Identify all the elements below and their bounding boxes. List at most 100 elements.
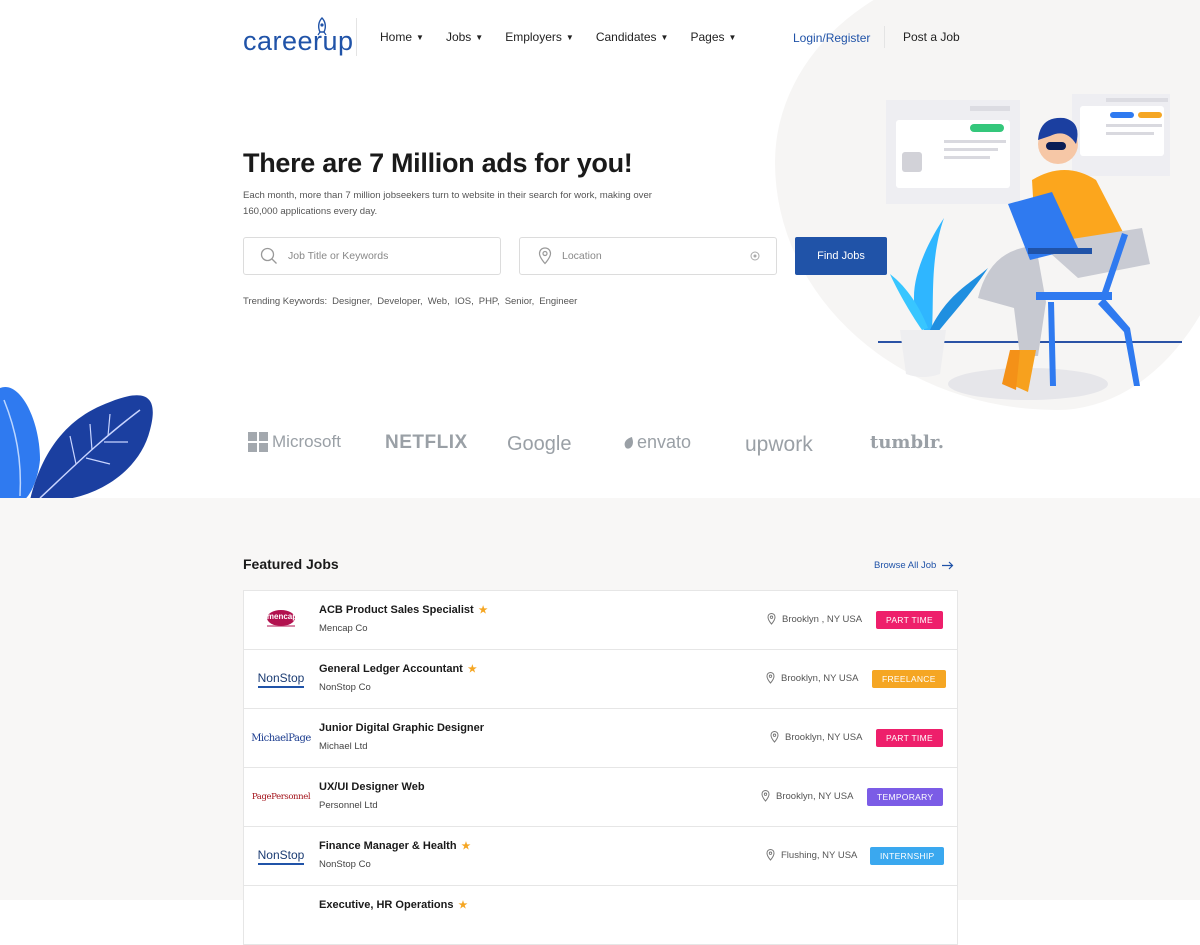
job-type-badge: TEMPORARY — [867, 788, 944, 806]
brand-microsoft-text: Microsoft — [272, 432, 341, 451]
brand-logos: Microsoft NETFLIX Google envato upwork t… — [243, 430, 963, 464]
job-type-badge: FREELANCE — [872, 670, 946, 688]
job-title[interactable]: ACB Product Sales Specialist ★ — [319, 604, 488, 616]
job-location: Brooklyn, NY USA — [770, 731, 862, 743]
keyword-search-field[interactable] — [243, 237, 501, 275]
browse-all-jobs-link[interactable]: Browse All Job — [874, 560, 954, 571]
job-type-badge: PART TIME — [876, 729, 943, 747]
header-divider-right — [884, 26, 885, 48]
job-row[interactable]: PagePersonnel UX/UI Designer Web Personn… — [244, 768, 957, 827]
featured-job-list: mencap ACB Product Sales Specialist ★ Me… — [243, 590, 958, 945]
search-icon — [260, 247, 277, 264]
nav-pages[interactable]: Pages ▼ — [690, 30, 736, 44]
company-logo: NonStop — [256, 664, 306, 694]
job-row[interactable]: NonStop General Ledger Accountant ★ NonS… — [244, 650, 957, 709]
brand-tumblr: tumblr. — [870, 432, 944, 453]
location-pin-icon — [766, 672, 775, 684]
job-location-text: Flushing, NY USA — [781, 849, 858, 861]
job-company: NonStop Co — [319, 682, 371, 693]
browse-all-label: Browse All Job — [874, 560, 937, 571]
featured-star-icon: ★ — [478, 604, 488, 616]
company-logo: NonStop — [256, 841, 306, 871]
trending-keywords: Trending Keywords: Designer, Developer, … — [243, 296, 577, 307]
job-title[interactable]: UX/UI Designer Web — [319, 781, 425, 793]
location-pin-icon — [761, 790, 770, 802]
caret-down-icon: ▼ — [475, 32, 484, 42]
keyword-input[interactable] — [286, 249, 460, 263]
nav-employers[interactable]: Employers ▼ — [505, 30, 574, 44]
location-pin-icon — [766, 849, 775, 861]
featured-star-icon: ★ — [458, 899, 468, 911]
featured-star-icon: ★ — [461, 840, 471, 852]
job-title[interactable]: Executive, HR Operations ★ — [319, 899, 467, 911]
location-pin-icon — [538, 247, 552, 265]
job-title[interactable]: Junior Digital Graphic Designer — [319, 722, 484, 734]
rocket-icon — [317, 17, 327, 36]
job-company: Michael Ltd — [319, 741, 368, 752]
company-logo-text: NonStop — [257, 848, 305, 865]
nav-candidates[interactable]: Candidates ▼ — [596, 30, 669, 44]
brand-envato: envato — [623, 432, 691, 453]
company-logo-text: MichaelPage — [251, 732, 311, 744]
job-row[interactable]: Executive, HR Operations ★ — [244, 886, 957, 944]
company-logo: mencap — [256, 605, 306, 635]
caret-down-icon: ▼ — [728, 32, 737, 42]
job-title-text: Junior Digital Graphic Designer — [319, 722, 485, 734]
hero-illustration — [878, 94, 1182, 400]
brand-netflix: NETFLIX — [385, 432, 468, 453]
nav-pages-label: Pages — [690, 30, 725, 44]
trending-keyword[interactable]: Engineer — [539, 296, 577, 307]
nav-jobs[interactable]: Jobs ▼ — [446, 30, 483, 44]
brand-google: Google — [507, 433, 572, 455]
nav-home[interactable]: Home ▼ — [380, 30, 424, 44]
trending-keyword[interactable]: IOS, — [455, 296, 474, 307]
envato-leaf-icon — [624, 436, 633, 449]
job-title-text: UX/UI Designer Web — [319, 781, 425, 793]
locate-icon[interactable] — [750, 251, 760, 261]
job-type-badge: PART TIME — [876, 611, 943, 629]
login-register-link[interactable]: Login/Register — [793, 31, 870, 45]
hero-subtitle: Each month, more than 7 million jobseeke… — [243, 190, 652, 217]
hero-title: There are 7 Million ads for you! — [243, 148, 633, 178]
featured-star-icon: ★ — [467, 663, 477, 675]
nav-candidates-label: Candidates — [595, 30, 657, 44]
location-input[interactable] — [560, 249, 734, 263]
main-nav: Home ▼ Jobs ▼ Employers ▼ Candidates ▼ Pages… — [380, 30, 736, 44]
nav-jobs-label: Jobs — [445, 30, 472, 44]
job-location: Brooklyn , NY USA — [767, 613, 862, 625]
job-company: NonStop Co — [319, 859, 371, 870]
job-row[interactable]: NonStop Finance Manager & Health ★ NonSt… — [244, 827, 957, 886]
job-title[interactable]: Finance Manager & Health ★ — [319, 840, 471, 852]
job-location-text: Brooklyn, NY USA — [781, 672, 859, 684]
post-job-link[interactable]: Post a Job — [903, 30, 960, 44]
job-type-badge: INTERNSHIP — [870, 847, 945, 865]
leaves-decoration — [0, 386, 153, 498]
location-search-field[interactable] — [519, 237, 777, 275]
nav-home-label: Home — [380, 30, 413, 44]
location-pin-icon — [770, 731, 779, 743]
job-title-text: Finance Manager & Health — [319, 840, 457, 852]
job-location: Brooklyn, NY USA — [761, 790, 853, 802]
microsoft-logo-icon — [248, 432, 268, 452]
brand-envato-text: envato — [637, 432, 692, 452]
nav-employers-label: Employers — [505, 30, 562, 44]
find-jobs-button[interactable]: Find Jobs — [795, 237, 887, 275]
trending-keyword[interactable]: Designer, — [332, 296, 372, 307]
job-row[interactable]: mencap ACB Product Sales Specialist ★ Me… — [244, 591, 957, 650]
job-company: Personnel Ltd — [319, 800, 378, 811]
logo[interactable]: careerup — [243, 17, 354, 57]
trending-keyword[interactable]: Developer, — [377, 296, 422, 307]
arrow-right-icon — [942, 561, 954, 570]
job-row[interactable]: MichaelPage Junior Digital Graphic Desig… — [244, 709, 957, 768]
job-location-text: Brooklyn , NY USA — [782, 613, 863, 625]
trending-keyword[interactable]: Web, — [428, 296, 450, 307]
trending-keyword[interactable]: Senior, — [505, 296, 535, 307]
job-title-text: ACB Product Sales Specialist — [319, 604, 474, 616]
brand-upwork: upwork — [745, 433, 813, 456]
trending-keyword[interactable]: PHP, — [479, 296, 500, 307]
job-title-text: Executive, HR Operations — [319, 899, 454, 911]
featured-jobs-title: Featured Jobs — [243, 556, 339, 572]
job-title-text: General Ledger Accountant — [319, 663, 463, 675]
job-title[interactable]: General Ledger Accountant ★ — [319, 663, 477, 675]
brand-microsoft: Microsoft — [248, 432, 341, 452]
